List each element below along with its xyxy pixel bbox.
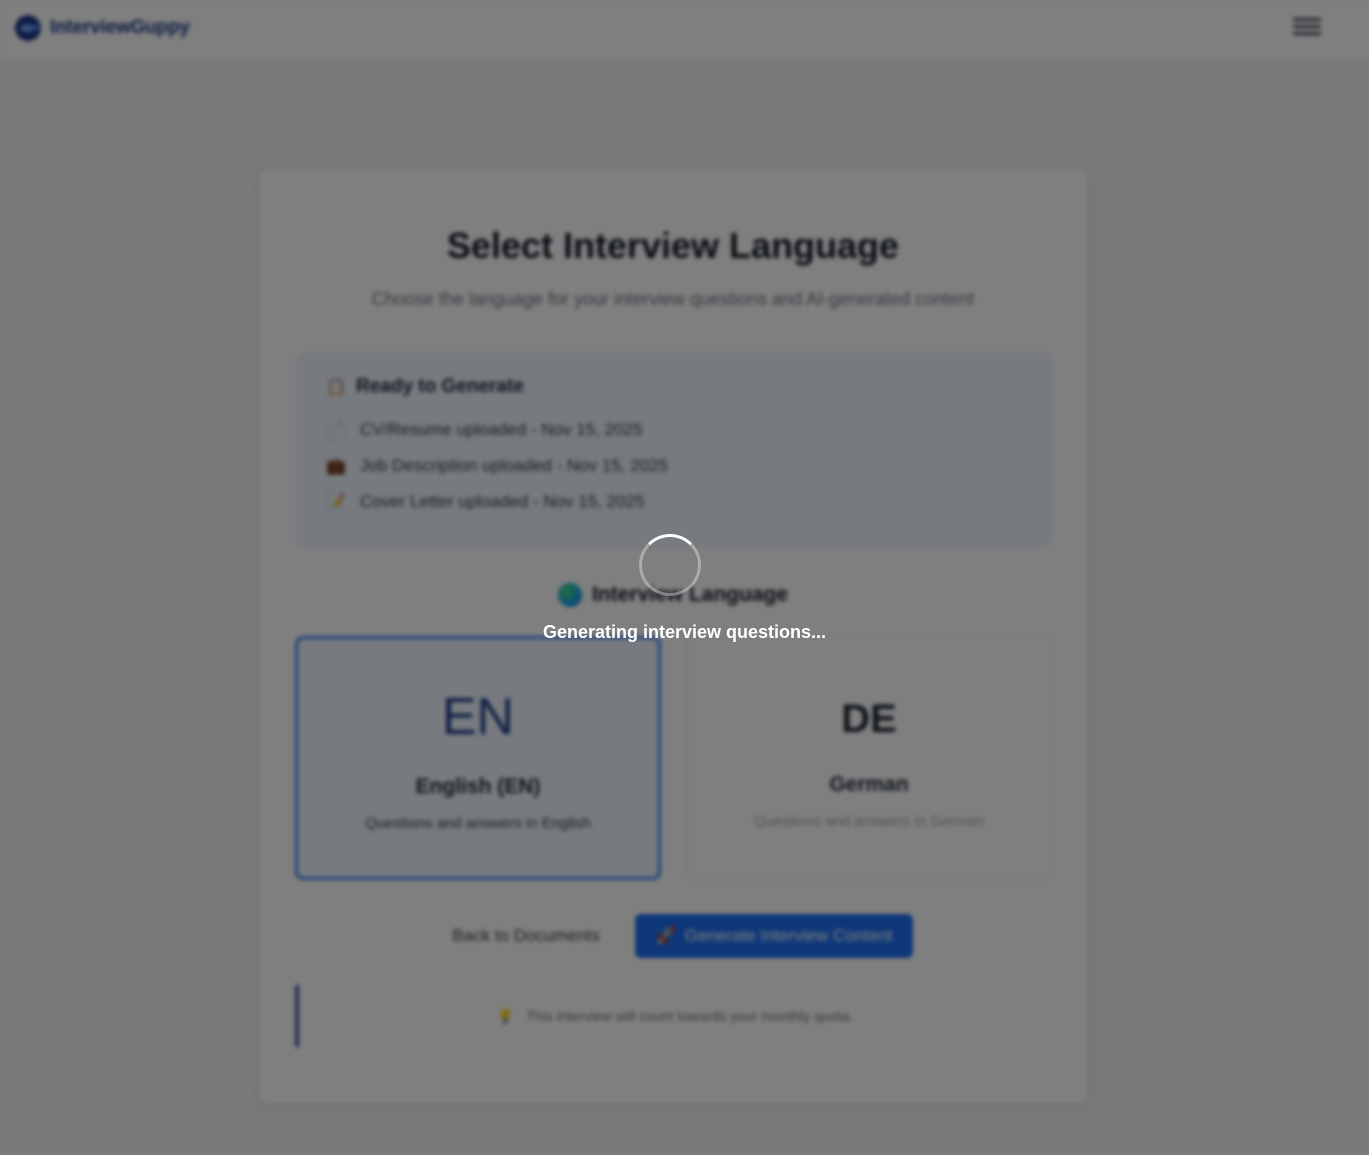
- loading-overlay: Generating interview questions...: [0, 0, 1369, 1155]
- loading-spinner-icon: [639, 534, 701, 596]
- loading-text: Generating interview questions...: [542, 622, 827, 642]
